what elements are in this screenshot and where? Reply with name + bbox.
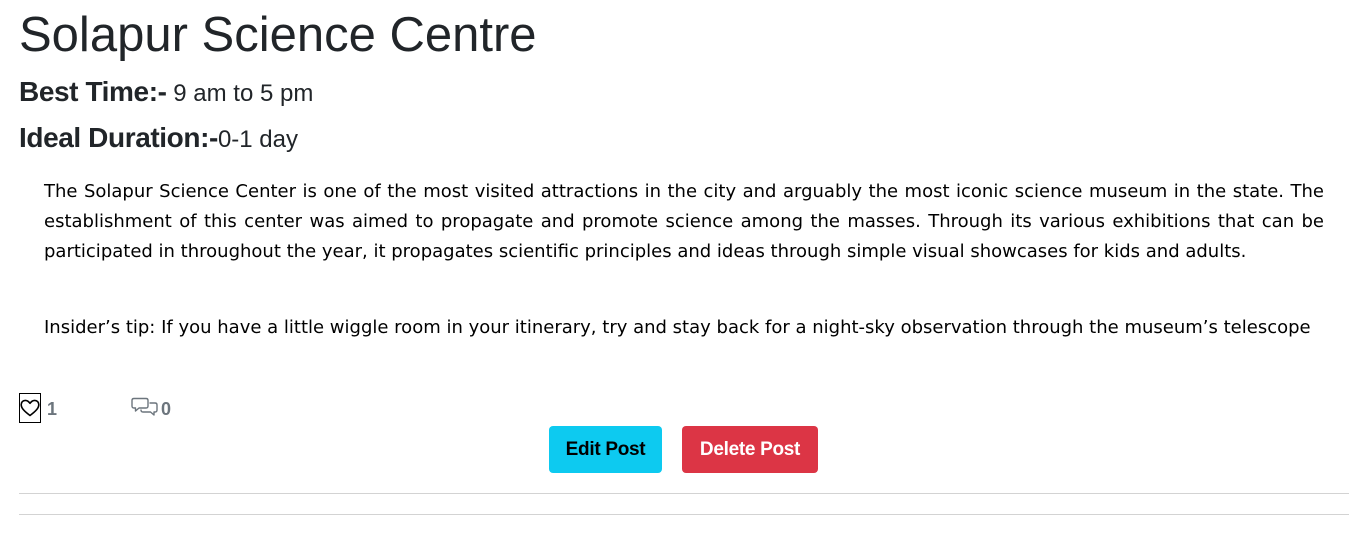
divider	[19, 493, 1349, 494]
insider-tip-paragraph: Insider’s tip: If you have a little wigg…	[44, 317, 1311, 338]
heart-outline-icon	[20, 399, 40, 417]
edit-post-button[interactable]: Edit Post	[549, 426, 662, 473]
divider	[19, 514, 1349, 515]
post-actions: Edit Post Delete Post	[19, 426, 1349, 474]
post-title: Solapur Science Centre	[19, 8, 537, 62]
ideal-duration-label: Ideal Duration:-	[19, 122, 218, 153]
best-time-value: 9 am to 5 pm	[166, 80, 314, 107]
comment-count: 0	[161, 399, 172, 419]
best-time-label: Best Time:-	[19, 76, 167, 107]
ideal-duration-line: Ideal Duration:-0-1 day	[19, 122, 298, 159]
reactions-bar: 1 0	[19, 393, 319, 425]
like-button[interactable]	[19, 393, 41, 423]
comment-button[interactable]	[131, 395, 159, 419]
ideal-duration-value: 0-1 day	[217, 126, 299, 153]
best-time-line: Best Time:- 9 am to 5 pm	[19, 76, 313, 113]
delete-post-button[interactable]: Delete Post	[682, 426, 818, 473]
like-count: 1	[47, 399, 58, 419]
description-paragraph: The Solapur Science Center is one of the…	[44, 181, 1324, 262]
chat-bubbles-icon	[131, 395, 159, 419]
